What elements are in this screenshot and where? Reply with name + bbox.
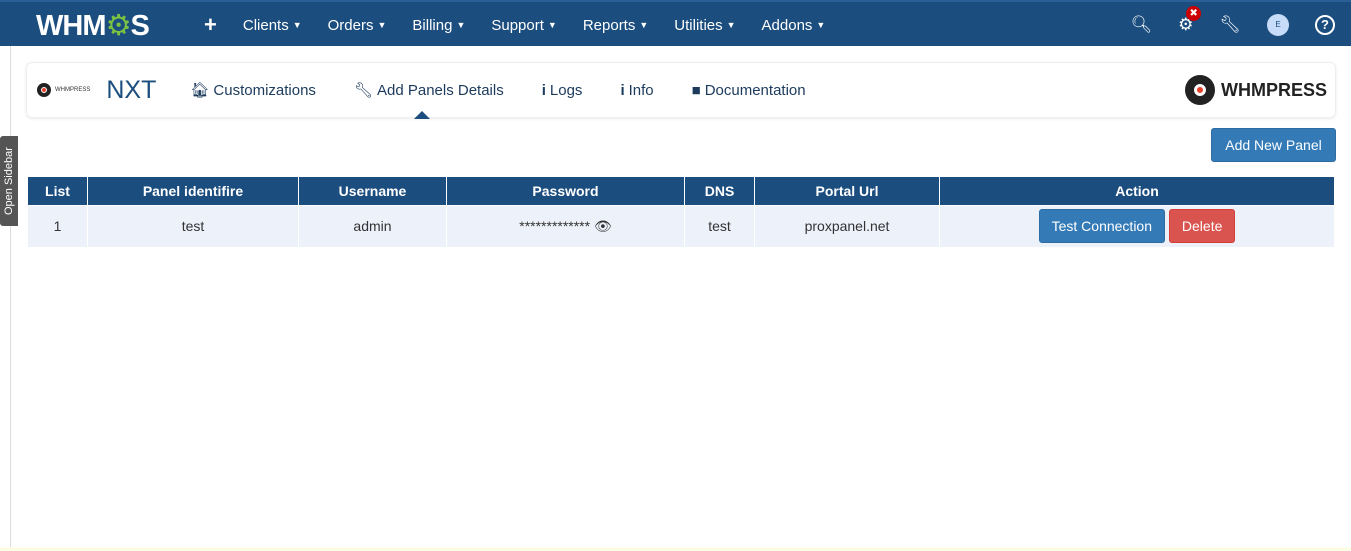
search-icon[interactable]: 🔍︎ <box>1131 15 1153 35</box>
nav-label: Orders <box>327 16 374 34</box>
nav-support[interactable]: Support ▼ <box>491 17 556 34</box>
settings-gears-icon[interactable]: ⚙ ✖ <box>1178 6 1202 35</box>
identifier-cell: test <box>87 204 299 248</box>
brand-text: WHMPRESS <box>1220 79 1327 100</box>
utility-icons: 🔍︎ ⚙ ✖ 🔧︎ E ? <box>1131 2 1335 48</box>
table-header-row: List Panel identifire Username Password … <box>27 177 1335 206</box>
password-value: ************* <box>519 217 591 234</box>
nav-label: Addons <box>761 16 813 34</box>
column-header: Panel identifire <box>87 177 299 206</box>
column-header: Username <box>298 177 447 206</box>
mini-logo-text: WHMPRESS <box>55 87 91 93</box>
home-icon: 🏠︎ <box>190 82 210 99</box>
folder-icon: ■ <box>691 81 701 99</box>
caret-down-icon: ▼ <box>456 19 466 30</box>
action-cell: Test Connection Delete <box>939 204 1335 248</box>
sidebar-divider <box>10 46 11 551</box>
password-cell: ************* 👁︎ <box>446 204 685 248</box>
help-icon[interactable]: ? <box>1315 15 1335 35</box>
nav-clients[interactable]: Clients ▼ <box>243 17 302 34</box>
tab-label: Customizations <box>213 82 316 99</box>
caret-down-icon: ▼ <box>726 19 736 30</box>
column-header: DNS <box>684 177 755 206</box>
column-header: Portal Url <box>754 177 940 206</box>
tab-label: Documentation <box>704 81 806 99</box>
tab-add-panels-details[interactable]: 🔧︎ Add Panels Details <box>353 81 504 119</box>
info-icon: i <box>541 81 546 99</box>
whmpress-logo: WHMPRESS <box>1184 75 1327 105</box>
whmpress-gear-icon <box>1184 75 1215 105</box>
column-header: List <box>27 177 88 206</box>
username-cell: admin <box>298 204 447 248</box>
tab-logs[interactable]: i Logs <box>542 82 583 99</box>
nav-addons[interactable]: Addons ▼ <box>762 17 826 34</box>
nav-label: Clients <box>242 16 289 34</box>
tab-label: Add Panels Details <box>376 82 504 99</box>
alert-badge: ✖ <box>1186 6 1202 21</box>
column-header: Password <box>446 177 685 206</box>
whmcs-logo[interactable]: WHM⚙S <box>36 8 150 43</box>
module-navbar: WHMPRESS NXT 🏠︎ Customizations 🔧︎ Add Pane… <box>26 62 1336 119</box>
footer-strip <box>0 547 1351 551</box>
nav-utilities[interactable]: Utilities ▼ <box>674 17 735 34</box>
portal-url-cell: proxpanel.net <box>754 204 940 248</box>
main-nav: + Clients ▼ Orders ▼ Billing ▼ Support ▼ Rep… <box>200 2 851 48</box>
wrench-icon: 🔧︎ <box>353 82 373 99</box>
caret-down-icon: ▼ <box>639 19 649 30</box>
panels-table: List Panel identifire Username Password … <box>27 177 1335 248</box>
dns-cell: test <box>684 204 755 248</box>
whmpress-gear-icon <box>37 83 51 97</box>
caret-down-icon: ▼ <box>377 19 387 30</box>
nav-label: Reports <box>582 16 636 34</box>
tab-customizations[interactable]: 🏠︎ Customizations <box>190 81 316 99</box>
info-icon: i <box>620 81 625 99</box>
tab-label: Logs <box>549 81 583 99</box>
avatar[interactable]: E <box>1267 14 1289 36</box>
test-connection-button[interactable]: Test Connection <box>1038 209 1166 243</box>
nav-billing[interactable]: Billing ▼ <box>412 17 465 34</box>
open-sidebar-tab[interactable]: Open Sidebar <box>0 136 18 226</box>
caret-down-icon: ▼ <box>547 19 557 30</box>
list-cell: 1 <box>27 204 88 248</box>
table-row: 1 test admin ************* 👁︎ test proxp… <box>27 204 1335 248</box>
nav-label: Support <box>491 16 544 34</box>
nav-label: Utilities <box>674 16 723 34</box>
add-new-panel-button[interactable]: Add New Panel <box>1211 128 1336 162</box>
nav-reports[interactable]: Reports ▼ <box>583 17 648 34</box>
column-header: Action <box>939 177 1335 206</box>
module-title: NXT <box>106 75 157 104</box>
top-navbar: WHM⚙S + Clients ▼ Orders ▼ Billing ▼ Suppor… <box>0 0 1351 46</box>
quick-add-icon[interactable]: + <box>204 12 217 38</box>
nav-label: Billing <box>412 16 453 34</box>
nav-orders[interactable]: Orders ▼ <box>328 17 387 34</box>
delete-button[interactable]: Delete <box>1168 209 1236 243</box>
whmpress-mini-logo: WHMPRESS <box>37 83 90 97</box>
eye-icon[interactable]: 👁︎ <box>594 218 612 234</box>
caret-down-icon: ▼ <box>292 19 302 30</box>
caret-down-icon: ▼ <box>816 19 826 30</box>
wrench-icon[interactable]: 🔧︎ <box>1219 15 1241 35</box>
tab-documentation[interactable]: ■ Documentation <box>692 82 806 99</box>
tab-info[interactable]: i Info <box>620 82 653 99</box>
tab-label: Info <box>628 81 654 99</box>
